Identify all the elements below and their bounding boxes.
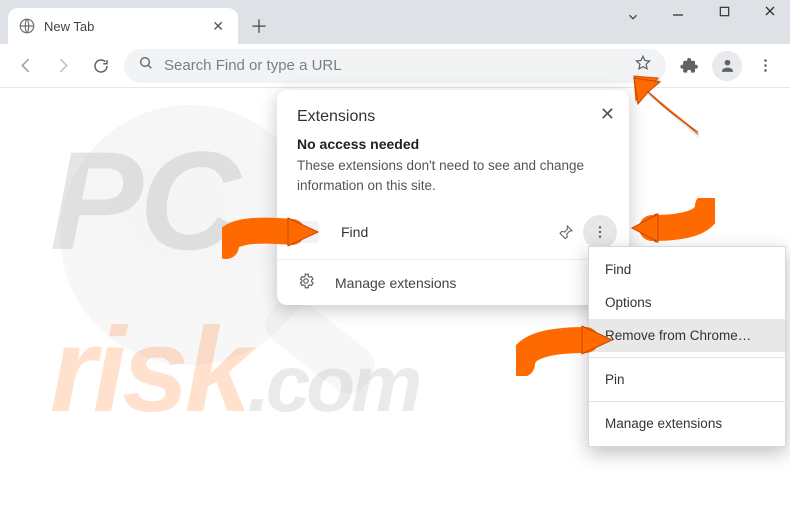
forward-button[interactable]	[48, 51, 78, 81]
ctx-item-find[interactable]: Find	[589, 253, 785, 286]
maximize-button[interactable]	[710, 5, 738, 21]
chrome-menu-button[interactable]	[750, 51, 780, 81]
manage-extensions-button[interactable]: Manage extensions	[277, 260, 629, 305]
extensions-access-description: These extensions don't need to see and c…	[277, 152, 629, 207]
pin-icon[interactable]	[549, 215, 583, 249]
address-bar-placeholder: Search Find or type a URL	[164, 57, 624, 74]
watermark-graphic	[257, 288, 382, 401]
menu-separator	[589, 357, 785, 358]
minimize-button[interactable]	[664, 4, 692, 21]
close-tab-icon[interactable]: ✕	[208, 16, 228, 37]
extensions-button[interactable]	[674, 51, 704, 81]
extension-more-button[interactable]	[583, 215, 617, 249]
browser-tab[interactable]: New Tab ✕	[8, 8, 238, 44]
extensions-popup: ✕ Extensions No access needed These exte…	[277, 90, 629, 305]
close-window-button[interactable]	[756, 4, 784, 21]
manage-extensions-label: Manage extensions	[335, 275, 456, 291]
profile-button[interactable]	[712, 51, 742, 81]
ctx-item-pin[interactable]: Pin	[589, 363, 785, 396]
menu-separator	[589, 401, 785, 402]
ctx-item-manage[interactable]: Manage extensions	[589, 407, 785, 440]
new-tab-button[interactable]: ＋	[244, 11, 274, 41]
ctx-item-remove[interactable]: Remove from Chrome…	[589, 319, 785, 352]
ctx-item-options[interactable]: Options	[589, 286, 785, 319]
extension-icon	[297, 221, 319, 243]
tabs-dropdown-icon[interactable]	[626, 10, 640, 29]
browser-toolbar: Search Find or type a URL	[0, 44, 790, 88]
search-icon	[138, 55, 154, 76]
gear-icon	[297, 272, 315, 293]
back-button[interactable]	[10, 51, 40, 81]
extensions-access-heading: No access needed	[277, 136, 629, 152]
close-icon[interactable]: ✕	[596, 100, 619, 129]
globe-icon	[18, 17, 36, 35]
bookmark-star-icon[interactable]	[634, 54, 652, 77]
window-titlebar: New Tab ✕ ＋	[0, 0, 790, 44]
extension-row[interactable]: Find	[277, 207, 629, 260]
extensions-popup-title: Extensions	[277, 90, 629, 136]
extension-name: Find	[341, 224, 549, 240]
address-bar[interactable]: Search Find or type a URL	[124, 49, 666, 83]
window-controls	[664, 4, 784, 21]
reload-button[interactable]	[86, 51, 116, 81]
extension-context-menu: Find Options Remove from Chrome… Pin Man…	[588, 246, 786, 447]
tab-title: New Tab	[44, 19, 208, 34]
